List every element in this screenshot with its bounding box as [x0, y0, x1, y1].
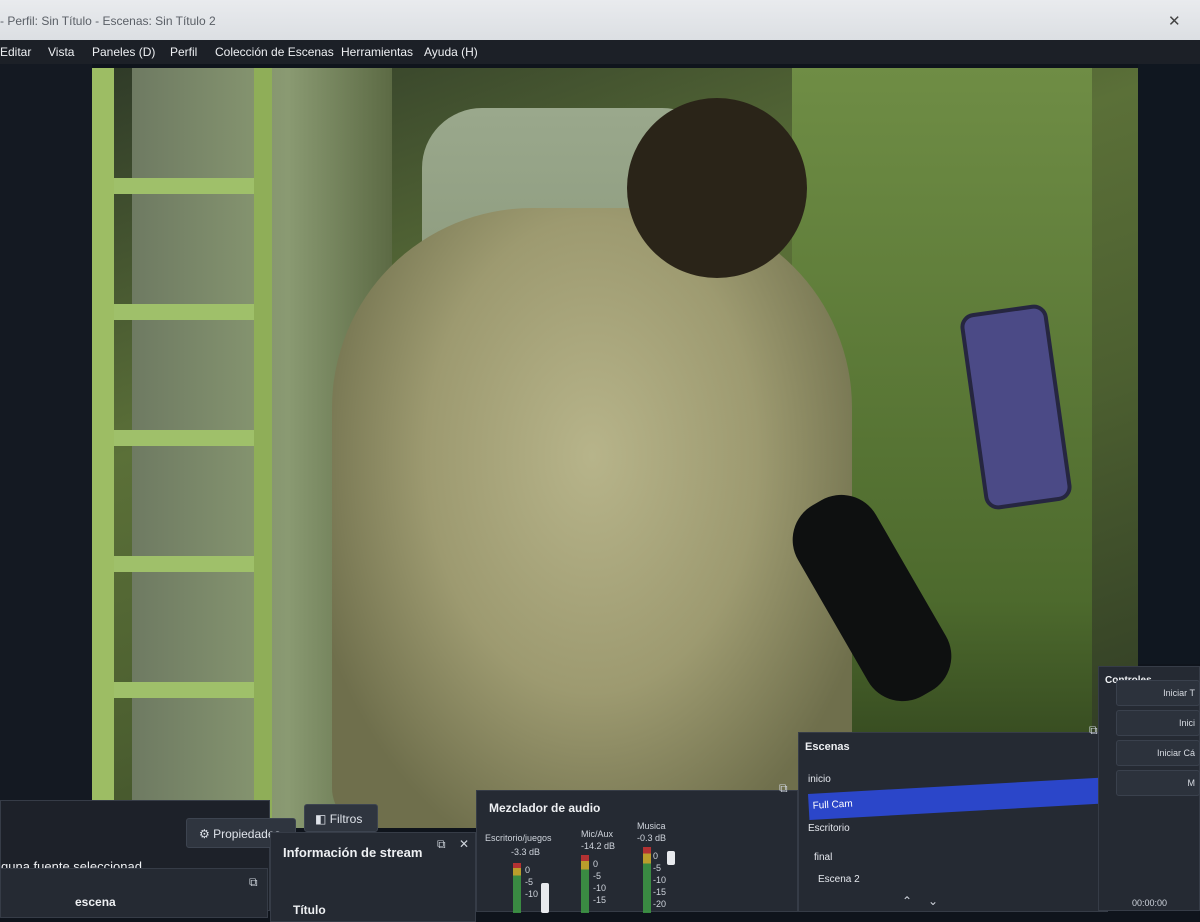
stream-info-header: Información de stream: [283, 845, 423, 860]
stream-info-panel: Información de stream ⧉ ✕ Título: [270, 832, 476, 922]
menu-herramientas[interactable]: Herramientas: [341, 45, 413, 59]
close-icon[interactable]: ✕: [1168, 12, 1181, 30]
scale-label: 0: [525, 865, 531, 875]
menu-editar[interactable]: Editar: [0, 45, 31, 59]
scenes-header: Escenas: [805, 741, 850, 753]
scene-item[interactable]: Escena 2: [818, 874, 860, 885]
filter-icon: ◧: [315, 812, 327, 826]
volume-slider[interactable]: [667, 851, 675, 865]
window-title: - Perfil: Sin Título - Escenas: Sin Títu…: [0, 14, 216, 28]
right-background: [1138, 64, 1200, 664]
scene-item[interactable]: inicio: [808, 774, 831, 785]
channel-db: -3.3 dB: [511, 847, 541, 857]
scale-label: 0: [593, 859, 599, 869]
undock-icon[interactable]: ⧉: [437, 837, 446, 852]
channel-name: Escritorio/juegos: [485, 833, 552, 843]
scene-panel-header: escena: [75, 895, 116, 909]
scale-label: -5: [525, 877, 534, 887]
gear-icon: ⚙: [199, 827, 210, 841]
scenes-panel: Escenas ⧉: [798, 723, 1108, 912]
scene-item-label: Full Cam: [812, 798, 853, 812]
menu-paneles[interactable]: Paneles (D): [92, 45, 155, 59]
scale-label: -15: [653, 887, 667, 897]
title-bar: - Perfil: Sin Título - Escenas: Sin Títu…: [0, 0, 1200, 40]
bottom-dock: guna fuente seleccionad ⚙ Propiedades ◧ …: [0, 640, 1200, 922]
audio-mixer-panel: Mezclador de audio ⧉ Escritorio/juegos -…: [476, 781, 798, 913]
stream-timer: 00:00:00: [1132, 898, 1168, 908]
start-stream-button[interactable]: Iniciar T: [1116, 680, 1200, 706]
scene-item[interactable]: final: [814, 852, 832, 863]
channel-db: -0.3 dB: [637, 833, 667, 843]
menu-coleccion-escenas[interactable]: Colección de Escenas: [215, 45, 334, 59]
scale-label: -10: [525, 889, 539, 899]
menu-ayuda[interactable]: Ayuda (H): [424, 45, 478, 59]
scale-label: -15: [593, 895, 607, 905]
undock-icon[interactable]: ⧉: [779, 781, 788, 796]
menu-perfil[interactable]: Perfil: [170, 45, 197, 59]
scale-label: -5: [593, 871, 602, 881]
stream-title-label: Título: [293, 903, 326, 917]
scale-label: -10: [653, 875, 667, 885]
channel-name: Musica: [637, 821, 666, 831]
filters-label: Filtros: [329, 812, 363, 826]
close-icon[interactable]: ✕: [459, 837, 469, 851]
volume-meter: [643, 847, 651, 913]
mode-button[interactable]: M: [1116, 770, 1200, 796]
scale-label: -20: [653, 899, 667, 909]
start-virtual-camera-button[interactable]: Iniciar Cá: [1116, 740, 1200, 766]
volume-meter: [581, 855, 589, 913]
scale-label: -5: [653, 863, 662, 873]
undock-icon[interactable]: ⧉: [1089, 723, 1098, 738]
volume-slider[interactable]: [541, 883, 549, 913]
undock-icon[interactable]: ⧉: [249, 875, 258, 890]
chevron-down-icon[interactable]: ⌄: [928, 894, 938, 908]
preview-head: [627, 98, 807, 278]
menu-bar: Editar Vista Paneles (D) Perfil Colecció…: [0, 40, 1200, 64]
audio-mixer-header: Mezclador de audio: [489, 801, 601, 815]
channel-name: Mic/Aux: [581, 829, 614, 839]
scene-item[interactable]: Escritorio: [808, 823, 850, 834]
scale-label: 0: [653, 851, 659, 861]
channel-db: -14.2 dB: [581, 841, 616, 851]
menu-vista[interactable]: Vista: [48, 45, 74, 59]
start-recording-button[interactable]: Inici: [1116, 710, 1200, 736]
scale-label: -10: [593, 883, 607, 893]
volume-meter: [513, 863, 521, 913]
filters-button[interactable]: ◧ Filtros: [304, 804, 378, 832]
chevron-up-icon[interactable]: ⌃: [902, 894, 912, 908]
